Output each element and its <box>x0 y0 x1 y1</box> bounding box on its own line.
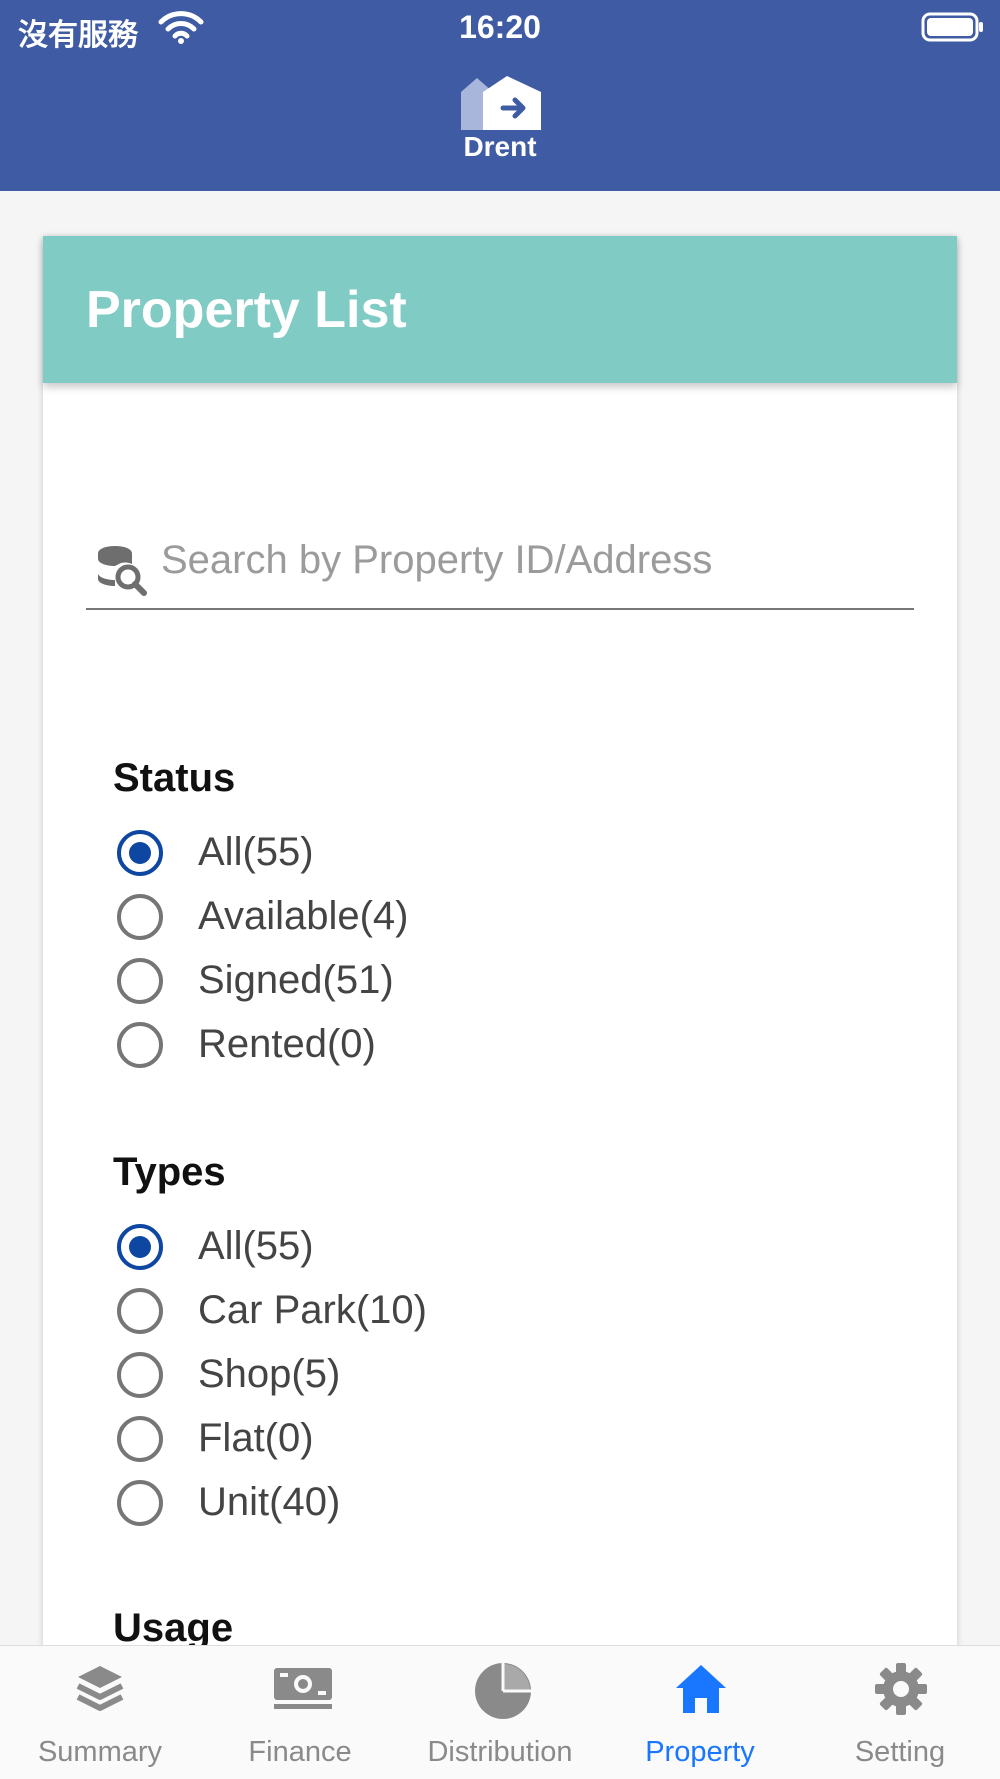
status-option-label: Rented(0) <box>198 1022 376 1066</box>
card-header: Property List <box>43 236 957 383</box>
type-option-all[interactable]: All(55) <box>117 1220 717 1278</box>
type-option-label: All(55) <box>198 1224 314 1268</box>
radio-button[interactable] <box>117 1022 163 1068</box>
tab-distribution[interactable]: Distribution <box>400 1646 600 1779</box>
status-option-label: Available(4) <box>198 894 409 938</box>
search-field[interactable] <box>86 522 914 610</box>
type-option-unit[interactable]: Unit(40) <box>117 1476 717 1534</box>
radio-button[interactable] <box>117 1480 163 1526</box>
tab-finance[interactable]: Finance <box>200 1646 400 1779</box>
tab-label: Property <box>645 1736 755 1768</box>
type-option-label: Flat(0) <box>198 1416 314 1460</box>
type-option-shop[interactable]: Shop(5) <box>117 1348 717 1406</box>
radio-button[interactable] <box>117 1416 163 1462</box>
radio-button[interactable] <box>117 1288 163 1334</box>
app-header: 沒有服務 16:20 Drent <box>0 0 1000 191</box>
tab-label: Distribution <box>427 1736 573 1768</box>
page-title: Property List <box>86 281 407 339</box>
banknote-icon <box>274 1668 332 1709</box>
status-bar: 沒有服務 16:20 <box>0 0 1000 56</box>
status-option-label: All(55) <box>198 830 314 874</box>
bottom-tab-bar: Summary Finance Distribution Property Se… <box>0 1645 1000 1779</box>
radio-button-selected[interactable] <box>117 1224 163 1270</box>
types-filter-title: Types <box>113 1150 226 1194</box>
status-option-rented[interactable]: Rented(0) <box>117 1018 717 1076</box>
database-search-icon <box>95 544 147 601</box>
status-option-label: Signed(51) <box>198 958 394 1002</box>
status-option-available[interactable]: Available(4) <box>117 890 717 948</box>
layers-icon <box>76 1666 124 1711</box>
type-option-label: Unit(40) <box>198 1480 341 1524</box>
property-list-card: Property List Status All(55) Available(4… <box>43 236 957 1656</box>
radio-button[interactable] <box>117 1352 163 1398</box>
tab-label: Setting <box>854 1736 946 1768</box>
status-option-all[interactable]: All(55) <box>117 826 717 884</box>
logo-text: Drent <box>463 131 537 162</box>
tab-summary[interactable]: Summary <box>0 1646 200 1779</box>
clock: 16:20 <box>459 9 541 45</box>
type-option-label: Shop(5) <box>198 1352 341 1396</box>
tab-property[interactable]: Property <box>600 1646 800 1779</box>
status-option-signed[interactable]: Signed(51) <box>117 954 717 1012</box>
type-option-car-park[interactable]: Car Park(10) <box>117 1284 717 1342</box>
battery-icon <box>921 12 985 49</box>
home-icon <box>676 1665 726 1713</box>
gear-icon <box>875 1663 927 1715</box>
tab-label: Summary <box>37 1736 163 1768</box>
radio-button[interactable] <box>117 894 163 940</box>
status-filter-title: Status <box>113 756 236 800</box>
tab-label: Finance <box>248 1736 352 1768</box>
tab-setting[interactable]: Setting <box>800 1646 1000 1779</box>
search-input[interactable] <box>161 530 901 590</box>
pie-chart-icon <box>475 1663 531 1719</box>
type-option-flat[interactable]: Flat(0) <box>117 1412 717 1470</box>
radio-button[interactable] <box>117 958 163 1004</box>
drent-logo-icon <box>459 74 541 135</box>
type-option-label: Car Park(10) <box>198 1288 427 1332</box>
radio-button-selected[interactable] <box>117 830 163 876</box>
